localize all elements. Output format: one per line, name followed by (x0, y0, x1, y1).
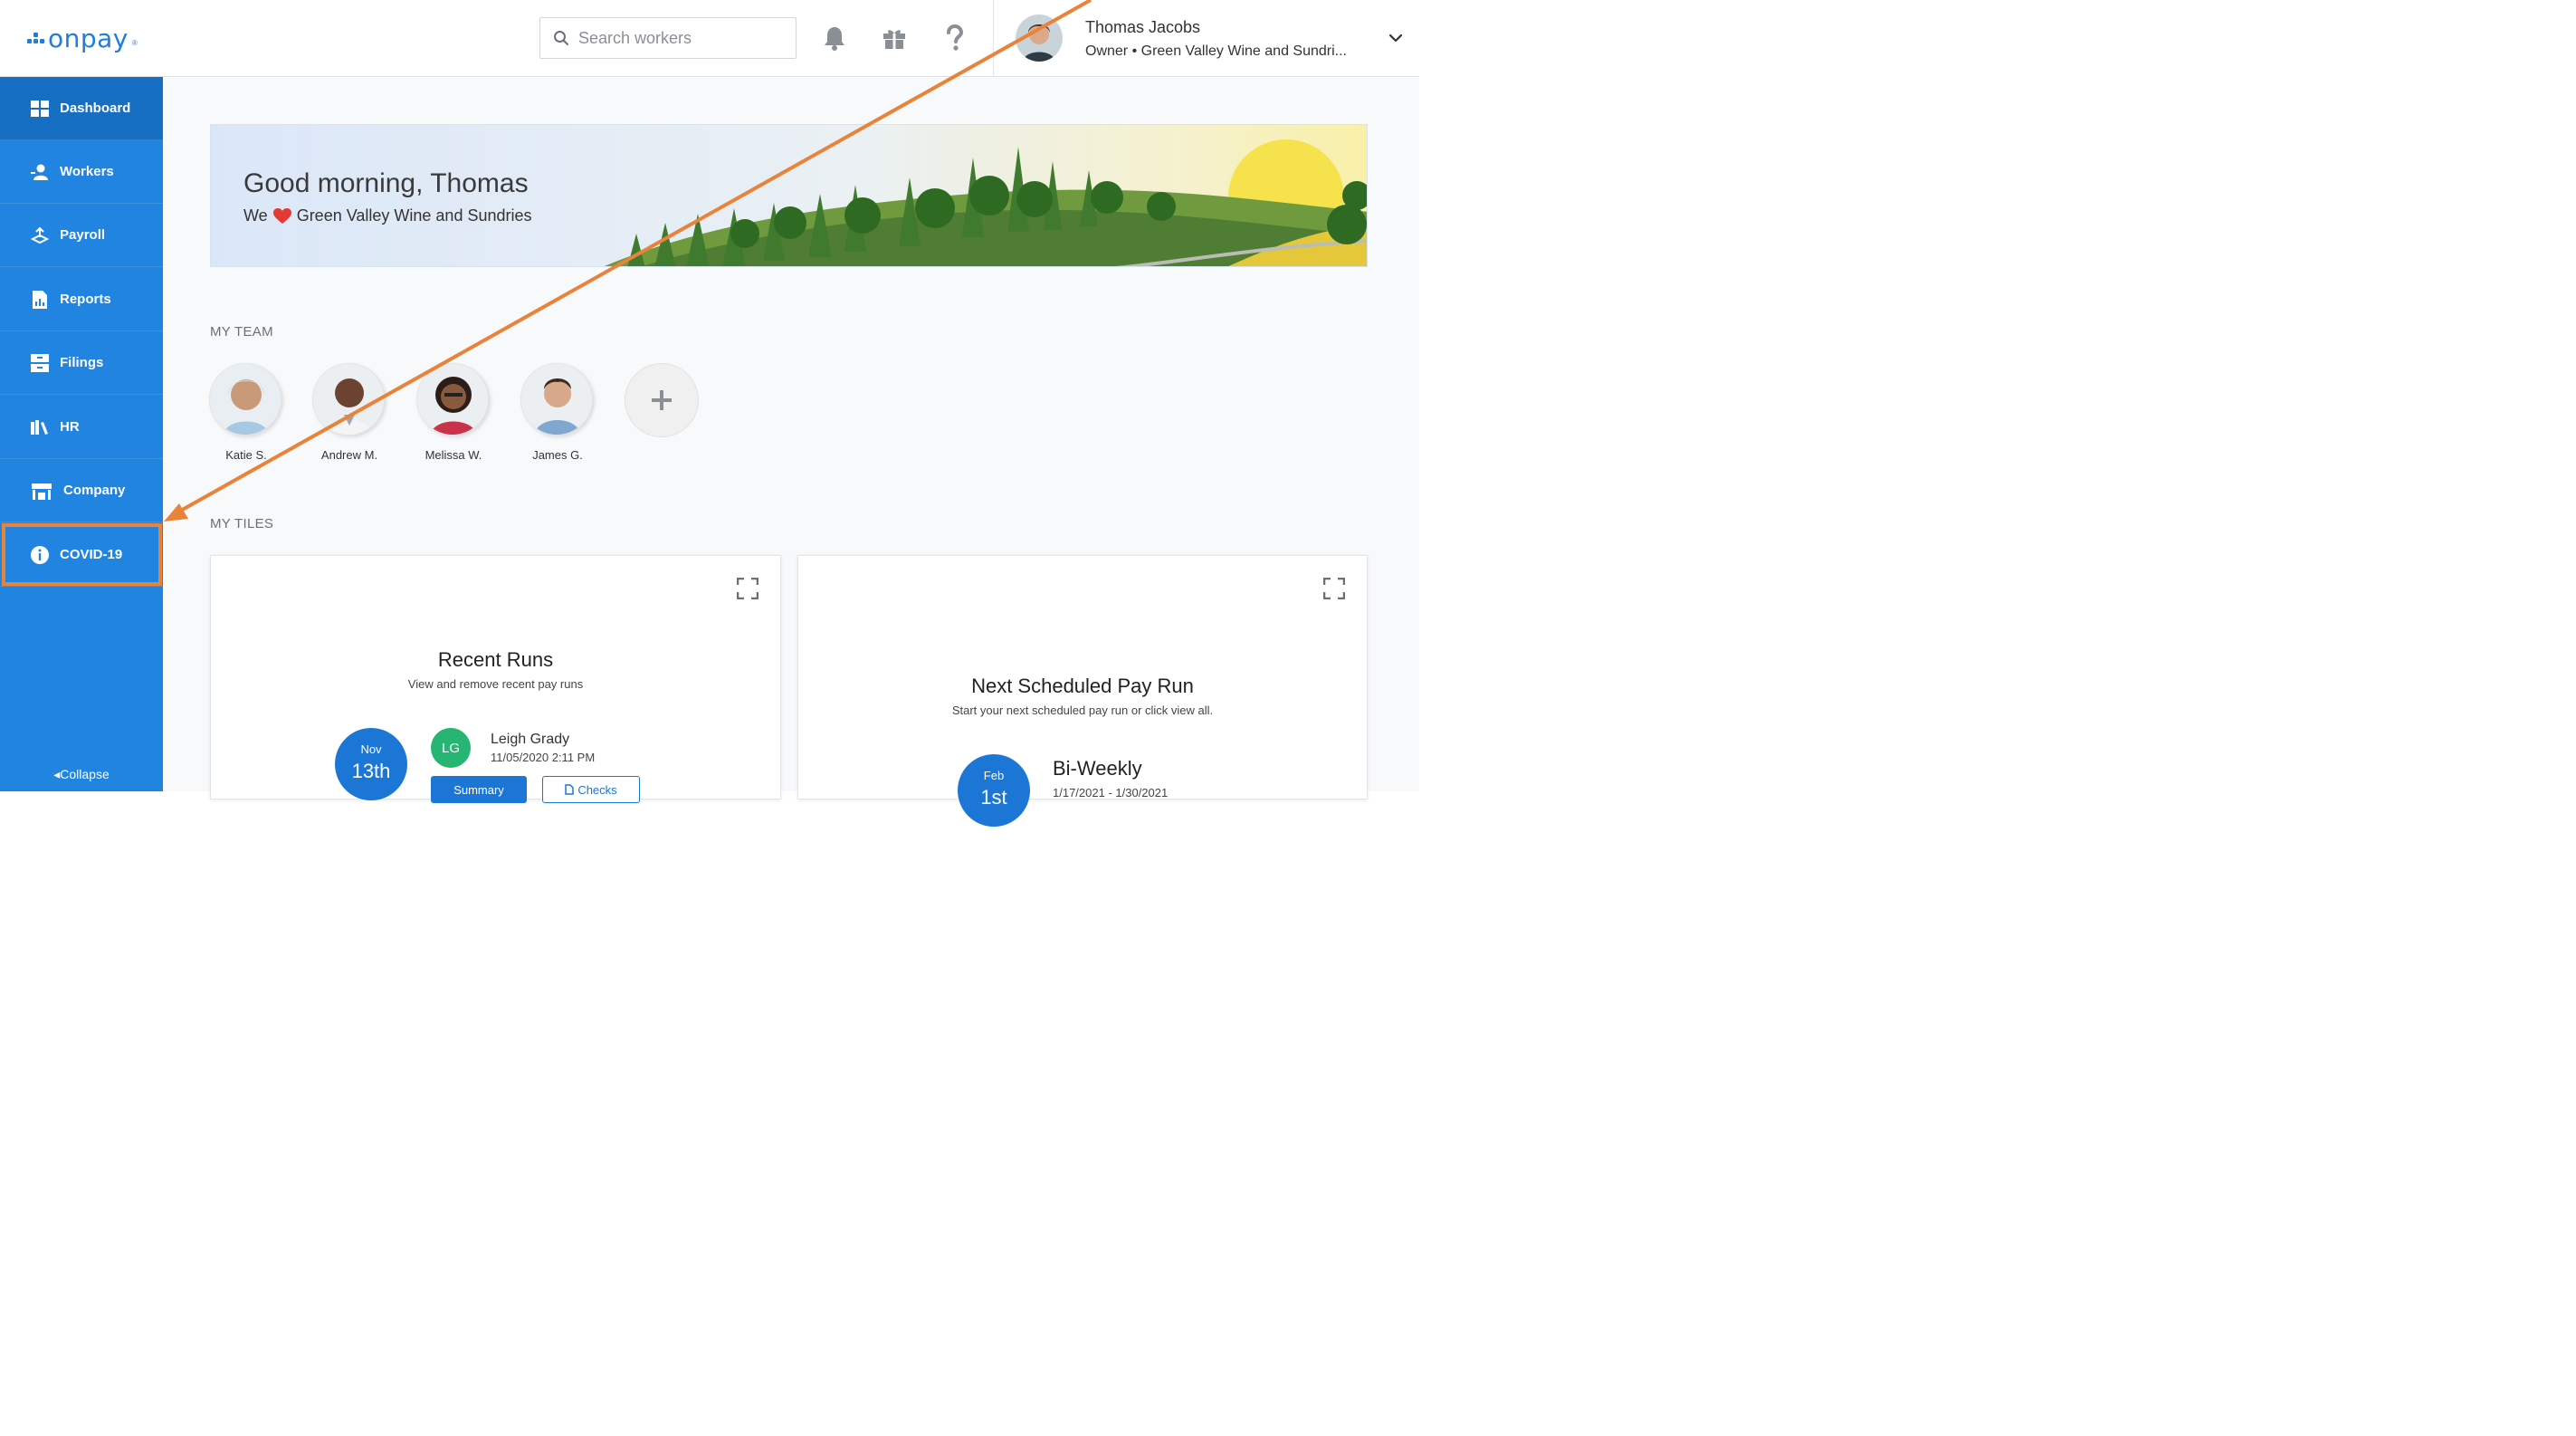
avatar (416, 363, 489, 436)
pay-period: 1/17/2021 - 1/30/2021 (1053, 786, 1169, 799)
help-icon (947, 24, 964, 51)
reports-icon (31, 290, 49, 309)
sidebar-item-hr[interactable]: HR (0, 396, 163, 459)
next-pay-run-tile: Next Scheduled Pay Run Start your next s… (797, 555, 1368, 827)
company-name: Green Valley Wine and Sundries (296, 206, 532, 225)
chevron-down-icon[interactable] (1387, 29, 1405, 47)
team-member-name: James G. (532, 448, 583, 462)
run-author: Leigh Grady (491, 732, 570, 747)
run-date-month: Nov (360, 742, 382, 756)
sidebar-item-filings[interactable]: Filings (0, 331, 163, 395)
next-run-date-day: 1st (980, 786, 1007, 809)
greeting-we: We (243, 206, 268, 225)
run-date-badge: Nov 13th (335, 728, 407, 800)
top-bar: onpay ® Search workers Thomas Jacobs Own… (0, 0, 1419, 77)
company-icon (31, 482, 52, 500)
notifications-button[interactable] (818, 22, 851, 54)
logo-dots-icon (27, 33, 44, 43)
team-member[interactable]: Katie S. (209, 363, 283, 462)
collapse-label: Collapse (60, 767, 110, 781)
summary-button[interactable]: Summary (431, 776, 527, 803)
sidebar-item-reports[interactable]: Reports (0, 268, 163, 331)
avatar (520, 363, 593, 436)
user-initials-badge: LG (431, 728, 471, 768)
sidebar-item-label: Company (63, 483, 126, 498)
collapse-button[interactable]: ◂Collapse (0, 767, 163, 782)
heart-icon (272, 207, 291, 224)
hr-icon (31, 418, 49, 436)
filings-icon (31, 353, 49, 372)
expand-icon[interactable] (1323, 578, 1345, 599)
plus-icon (652, 390, 672, 410)
expand-icon[interactable] (737, 578, 758, 599)
pay-frequency: Bi-Weekly (1053, 757, 1142, 780)
team-member-name: Andrew M. (320, 448, 378, 462)
my-tiles-heading: MY TILES (210, 516, 274, 531)
run-timestamp: 11/05/2020 2:11 PM (491, 751, 596, 764)
sidebar-item-dashboard[interactable]: Dashboard (0, 77, 163, 140)
sidebar-item-label: Workers (60, 164, 114, 179)
onpay-logo[interactable]: onpay ® (27, 20, 138, 56)
team-member[interactable]: Melissa W. (416, 363, 491, 462)
tile-title: Next Scheduled Pay Run (971, 675, 1194, 697)
logo-text: onpay (48, 23, 129, 53)
team-member[interactable]: James G. (520, 363, 595, 462)
avatar (209, 363, 281, 436)
checks-label: Checks (577, 782, 617, 797)
team-member-name: Melissa W. (425, 448, 482, 462)
recent-runs-tile: Recent Runs View and remove recent pay r… (210, 555, 781, 803)
checks-button[interactable]: Checks (542, 776, 640, 803)
workers-icon (31, 163, 49, 181)
bell-icon (825, 27, 844, 51)
sidebar-item-label: Filings (60, 355, 104, 370)
sidebar-item-label: Payroll (60, 227, 106, 243)
tile-subtitle: View and remove recent pay runs (407, 677, 584, 691)
my-team-heading: MY TEAM (210, 324, 273, 340)
sidebar: Dashboard Workers Payroll Reports Filing… (0, 77, 163, 791)
team-member-name: Katie S. (225, 448, 267, 462)
run-date-day: 13th (351, 760, 391, 782)
dashboard-icon (31, 100, 49, 118)
avatar (312, 363, 385, 436)
sidebar-item-label: Dashboard (60, 101, 131, 116)
covid-highlight-box (2, 523, 162, 586)
gift-icon (883, 30, 905, 49)
sidebar-item-workers[interactable]: Workers (0, 140, 163, 204)
add-team-member-button[interactable] (625, 363, 699, 437)
user-name: Thomas Jacobs (1085, 18, 1201, 36)
profile-divider (993, 0, 994, 77)
gift-button[interactable] (878, 22, 911, 54)
search-box[interactable] (539, 17, 797, 59)
search-input[interactable] (578, 28, 778, 48)
search-icon (554, 31, 568, 45)
tile-title: Recent Runs (437, 648, 554, 671)
welcome-banner: Good morning, Thomas We Green Valley Win… (210, 124, 1368, 267)
greeting-title: Good morning, Thomas (243, 168, 529, 198)
user-role: Owner • Green Valley Wine and Sundri... (1085, 43, 1347, 59)
sidebar-item-label: HR (60, 419, 80, 435)
document-icon (565, 784, 575, 795)
next-run-date-month: Feb (983, 769, 1005, 782)
team-member[interactable]: Andrew M. (312, 363, 386, 462)
help-button[interactable] (939, 22, 971, 54)
logo-registered-mark: ® (131, 39, 138, 47)
greeting-subtitle: We Green Valley Wine and Sundries (243, 206, 532, 225)
sidebar-item-payroll[interactable]: Payroll (0, 204, 163, 267)
user-avatar[interactable] (1016, 14, 1063, 62)
sidebar-item-company[interactable]: Company (0, 459, 163, 522)
next-run-date-badge: Feb 1st (958, 754, 1030, 827)
payroll-icon (31, 226, 49, 244)
tile-subtitle: Start your next scheduled pay run or cli… (951, 704, 1214, 717)
sidebar-item-label: Reports (60, 292, 111, 307)
